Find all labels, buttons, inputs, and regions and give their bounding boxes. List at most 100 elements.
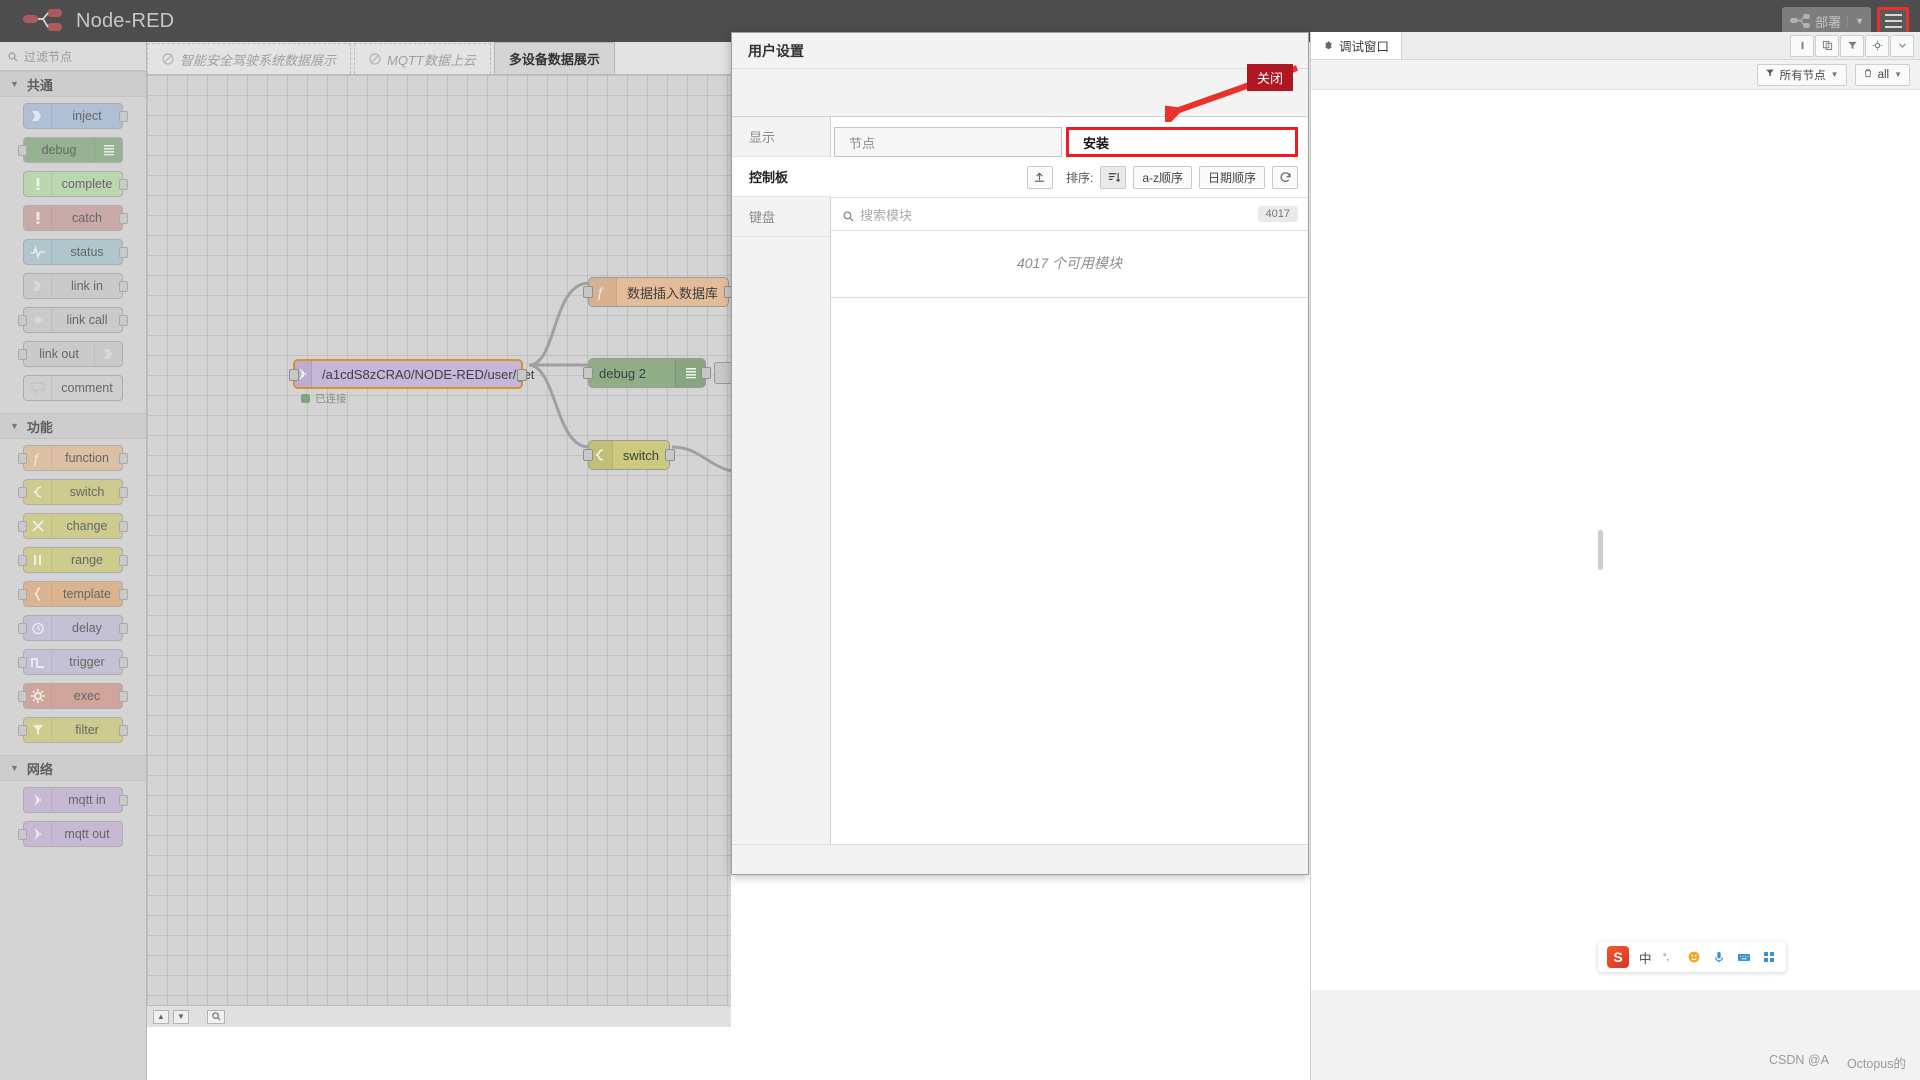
palette-node-trigger[interactable]: trigger bbox=[18, 649, 128, 675]
sidebar-filter-1[interactable]: all ▼ bbox=[1854, 63, 1910, 86]
palette-node-debug[interactable]: debug bbox=[18, 137, 123, 163]
gear-icon bbox=[24, 684, 52, 708]
palette-category-功能[interactable]: ▼ 功能 bbox=[0, 413, 146, 439]
node-output-port[interactable] bbox=[665, 449, 675, 461]
debug-messages-panel bbox=[1311, 90, 1920, 990]
settings-tab-1[interactable]: 控制板 bbox=[732, 157, 831, 197]
palette-node-comment[interactable]: comment bbox=[23, 375, 123, 401]
palette-node-range[interactable]: range bbox=[18, 547, 128, 573]
node-input-port bbox=[18, 521, 27, 532]
palette-node-link-out[interactable]: link out bbox=[18, 341, 123, 367]
gear-icon[interactable] bbox=[1865, 34, 1889, 57]
palette-category-网络[interactable]: ▼ 网络 bbox=[0, 755, 146, 781]
flow-canvas[interactable]: /a1cdS8zCRA0/NODE-RED/user/get 已连接 f 数据插入数据… bbox=[147, 75, 731, 1005]
palette-categories: ▼ 共通 inject debug complete catch status link in… bbox=[0, 71, 146, 859]
ime-mode-label[interactable]: 中 bbox=[1639, 948, 1652, 967]
deploy-button[interactable]: 部署 ▼ bbox=[1782, 7, 1871, 35]
palette-category-label: 功能 bbox=[26, 419, 53, 435]
palette-node-change[interactable]: change bbox=[18, 513, 128, 539]
node-input-port bbox=[18, 829, 27, 840]
palette-category-共通[interactable]: ▼ 共通 bbox=[0, 71, 146, 97]
palette-node-label: template bbox=[63, 587, 111, 601]
punctuation-icon[interactable]: °, bbox=[1662, 950, 1677, 965]
segment-节点[interactable]: 节点 bbox=[834, 127, 1062, 157]
sort-alpha-button[interactable]: a-z顺序 bbox=[1133, 165, 1192, 189]
palette-node-switch[interactable]: switch bbox=[18, 479, 128, 505]
sogou-logo-icon[interactable]: S bbox=[1607, 946, 1629, 968]
palette-toolbar: 排序: a-z顺序 日期顺序 bbox=[831, 157, 1308, 197]
palette-node-exec[interactable]: exec bbox=[18, 683, 128, 709]
palette-node-mqtt-out[interactable]: mqtt out bbox=[18, 821, 123, 847]
node-output-port bbox=[119, 179, 128, 190]
node-output-port bbox=[119, 521, 128, 532]
sidebar-filter-label: 所有节点 bbox=[1779, 69, 1826, 82]
flow-node-debug-2[interactable]: debug 2 bbox=[583, 358, 711, 388]
node-output-port[interactable] bbox=[701, 367, 711, 379]
node-output-port[interactable] bbox=[517, 369, 527, 381]
chevron-down-icon: ▼ bbox=[10, 421, 19, 431]
refresh-icon[interactable] bbox=[1272, 165, 1298, 189]
palette-node-inject[interactable]: inject bbox=[23, 103, 128, 129]
node-input-port[interactable] bbox=[583, 367, 593, 379]
node-input-port[interactable] bbox=[583, 286, 593, 298]
settings-tab-2[interactable]: 键盘 bbox=[732, 197, 830, 237]
sidebar-tab-row: 调试窗口 bbox=[1311, 32, 1920, 60]
flow-node-switch[interactable]: switch bbox=[583, 440, 675, 470]
filter-icon[interactable] bbox=[1840, 34, 1864, 57]
debug-toggle-button[interactable] bbox=[714, 362, 731, 384]
apps-icon[interactable] bbox=[1762, 950, 1777, 965]
collapse-all-icon[interactable]: ▲ bbox=[153, 1009, 169, 1024]
flow-node-label: 数据插入数据库 bbox=[626, 285, 718, 301]
node-output-port bbox=[119, 795, 128, 806]
sort-date-button[interactable]: 日期顺序 bbox=[1198, 165, 1265, 189]
palette-node-link-call[interactable]: link call bbox=[18, 307, 128, 333]
palette-node-complete[interactable]: complete bbox=[23, 171, 128, 197]
palette-node-link-in[interactable]: link in bbox=[23, 273, 128, 299]
annotation-close-label: 关闭 bbox=[1247, 64, 1293, 91]
palette-node-filter[interactable]: filter bbox=[18, 717, 128, 743]
palette-node-catch[interactable]: catch bbox=[23, 205, 128, 231]
settings-tab-0[interactable]: 显示 bbox=[732, 117, 830, 157]
palette-node-status[interactable]: status bbox=[23, 239, 128, 265]
function-f-icon: f bbox=[589, 278, 617, 306]
flow-node-label: switch bbox=[622, 447, 659, 463]
node-input-port[interactable] bbox=[289, 369, 299, 381]
palette-node-label: inject bbox=[72, 109, 102, 123]
brace-icon bbox=[24, 582, 52, 606]
upload-icon[interactable] bbox=[1026, 165, 1053, 189]
flow-tab-2[interactable]: MQTT数据上云 bbox=[354, 43, 491, 74]
flow-node-function-db[interactable]: f 数据插入数据库 bbox=[583, 277, 731, 307]
palette-node-function[interactable]: f function bbox=[18, 445, 128, 471]
segment-安装[interactable]: 安装 bbox=[1066, 127, 1298, 157]
range-icon bbox=[24, 548, 52, 572]
node-input-port[interactable] bbox=[583, 449, 593, 461]
module-search-row[interactable]: 搜索模块 4017 bbox=[831, 197, 1308, 231]
sort-order-icon[interactable] bbox=[1100, 165, 1127, 189]
flow-tab-1[interactable]: 智能安全驾驶系统数据展示 bbox=[147, 43, 352, 74]
palette-node-label: function bbox=[65, 451, 109, 465]
flow-node-mqtt-in[interactable]: /a1cdS8zCRA0/NODE-RED/user/get bbox=[289, 359, 534, 389]
sidebar-scrollbar[interactable] bbox=[1598, 530, 1603, 570]
palette-node-template[interactable]: template bbox=[18, 581, 128, 607]
palette-filter-input[interactable]: 过滤节点 bbox=[0, 42, 146, 71]
node-output-port[interactable] bbox=[724, 286, 731, 298]
chevron-down-icon[interactable] bbox=[1890, 34, 1914, 57]
node-output-port bbox=[119, 691, 128, 702]
flow-tab-3[interactable]: 多设备数据展示 bbox=[493, 42, 615, 74]
hamburger-menu-icon[interactable] bbox=[1877, 7, 1909, 35]
emoji-icon[interactable] bbox=[1687, 950, 1702, 965]
sidebar-tab-debug[interactable]: 调试窗口 bbox=[1311, 32, 1403, 59]
right-sidebar: 调试窗口 所有节点 ▼ all ▼ bbox=[1310, 32, 1920, 1080]
palette-node-mqtt-in[interactable]: mqtt in bbox=[23, 787, 128, 813]
sidebar-filter-0[interactable]: 所有节点 ▼ bbox=[1756, 63, 1847, 86]
chevron-down-icon[interactable]: ▼ bbox=[1847, 16, 1867, 26]
expand-all-icon[interactable]: ▼ bbox=[173, 1009, 189, 1024]
keyboard-icon[interactable] bbox=[1737, 950, 1752, 965]
zoom-search-icon[interactable] bbox=[207, 1009, 225, 1024]
node-input-port bbox=[18, 691, 27, 702]
palette-category-label: 网络 bbox=[26, 761, 53, 777]
palette-node-delay[interactable]: delay bbox=[18, 615, 128, 641]
mic-icon[interactable] bbox=[1712, 950, 1727, 965]
info-icon[interactable] bbox=[1790, 34, 1814, 57]
copy-icon[interactable] bbox=[1815, 34, 1839, 57]
